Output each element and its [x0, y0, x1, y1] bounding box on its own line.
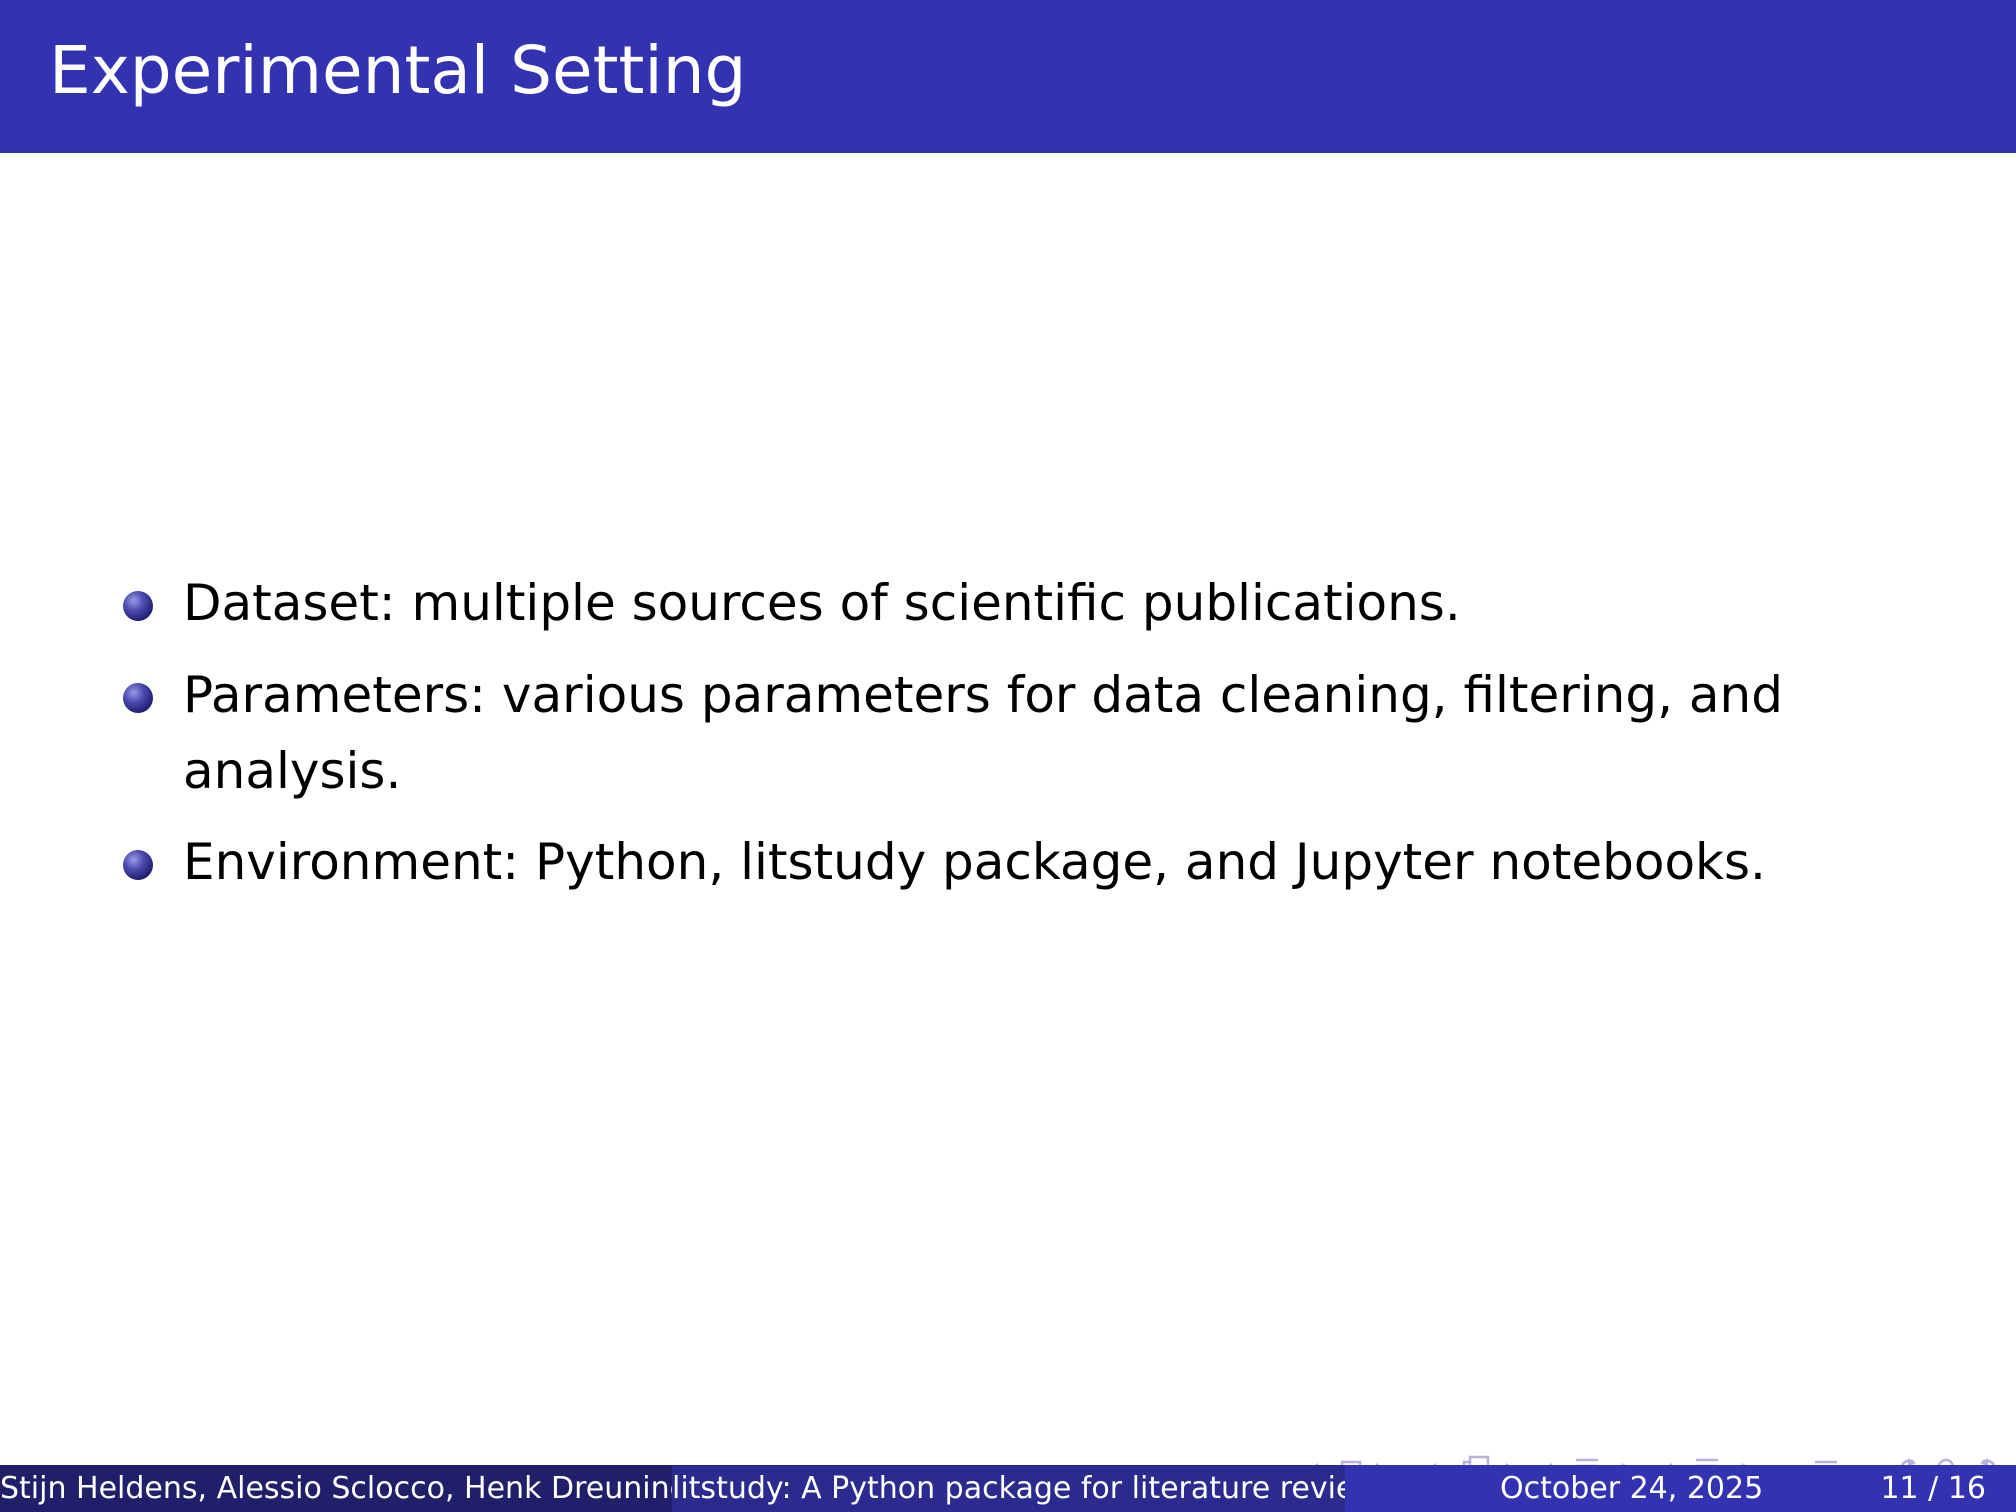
footer-date: October 24, 2025	[1500, 1471, 1764, 1506]
slide-title: Experimental Setting	[49, 32, 747, 109]
list-item: Environment: Python, litstudy package, a…	[183, 833, 1766, 891]
page-number: 11 / 16	[1880, 1471, 1986, 1506]
footer-authors-text: Stijn Heldens, Alessio Sclocco, Henk Dre…	[0, 1471, 672, 1506]
footer-short-title-text: litstudy: A Python package for literatur…	[672, 1471, 1345, 1506]
footer-authors: Stijn Heldens, Alessio Sclocco, Henk Dre…	[0, 1465, 672, 1512]
bullet-icon	[123, 683, 153, 713]
title-bar: Experimental Setting	[0, 0, 2016, 153]
footer-date-page: October 24, 2025 11 / 16	[1345, 1465, 2016, 1512]
list-item: Parameters: various parameters for data …	[183, 666, 1783, 800]
list-item: Dataset: multiple sources of scientific …	[183, 574, 1461, 632]
bullet-icon	[123, 591, 153, 621]
footer-short-title: litstudy: A Python package for literatur…	[672, 1465, 1345, 1512]
footer: Stijn Heldens, Alessio Sclocco, Henk Dre…	[0, 1465, 2016, 1512]
bullet-icon	[123, 850, 153, 880]
